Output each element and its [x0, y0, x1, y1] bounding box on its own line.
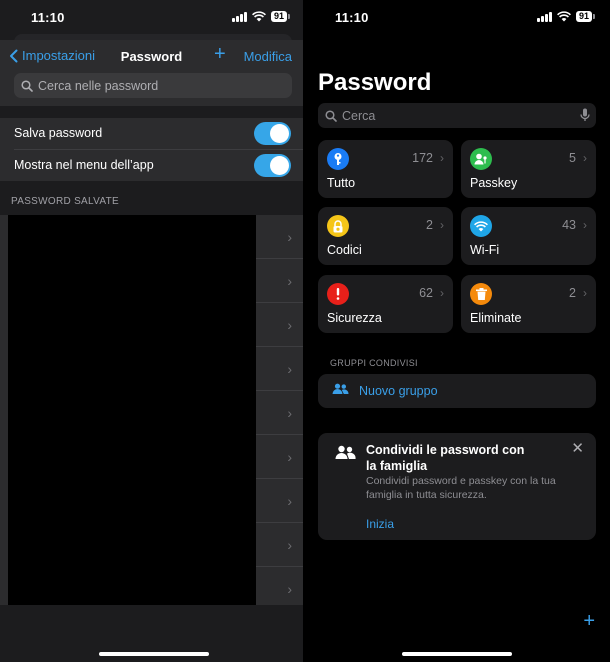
category-count: 2	[569, 286, 576, 300]
category-count: 172	[412, 151, 433, 165]
chevron-right-icon: ›	[287, 317, 292, 333]
password-row[interactable]: ›	[256, 303, 303, 347]
category-label: Wi-Fi	[470, 243, 500, 257]
status-bar: 11:10 91	[0, 0, 303, 36]
battery-icon: 91	[270, 11, 291, 22]
new-group-button[interactable]: Nuovo gruppo	[318, 374, 596, 408]
password-row[interactable]: ›	[256, 479, 303, 523]
chevron-right-icon: ›	[583, 218, 587, 232]
search-icon	[21, 79, 33, 92]
category-label: Sicurezza	[327, 311, 382, 325]
search-area: Cerca nelle password	[0, 66, 303, 106]
chevron-right-icon: ›	[287, 361, 292, 377]
start-button[interactable]: Inizia	[366, 517, 394, 531]
chevron-right-icon: ›	[583, 151, 587, 165]
status-icons: 91	[232, 11, 291, 22]
chevron-right-icon: ›	[287, 581, 292, 597]
status-icons: 91	[537, 11, 596, 22]
chevron-right-icon: ›	[287, 273, 292, 289]
page-title: Password	[318, 69, 432, 96]
category-count: 43	[562, 218, 576, 232]
chevron-right-icon: ›	[287, 229, 292, 245]
cellular-signal-icon	[232, 11, 247, 22]
show-in-app-menu-label: Mostra nel menu dell’app	[14, 158, 154, 172]
options-group: Salva password Mostra nel menu dell’app	[0, 118, 303, 181]
people-icon	[332, 383, 349, 394]
saved-passwords-list: › › › › › › › › ›	[0, 215, 303, 605]
chevron-right-icon: ›	[440, 151, 444, 165]
shared-groups-header: GRUPPI CONDIVISI	[330, 358, 418, 368]
save-passwords-toggle[interactable]	[254, 122, 291, 145]
password-row[interactable]: ›	[256, 347, 303, 391]
home-indicator[interactable]	[402, 652, 512, 656]
passwords-app-screen: 11:10 91 Password Cerca 172 › Tutto 5 › …	[306, 0, 610, 662]
category-all[interactable]: 172 › Tutto	[318, 140, 453, 198]
wifi-status-icon	[557, 11, 571, 22]
password-row[interactable]: ›	[256, 435, 303, 479]
battery-icon: 91	[575, 11, 596, 22]
search-input[interactable]: Cerca	[318, 103, 596, 128]
password-row[interactable]: ›	[256, 215, 303, 259]
show-in-app-menu-toggle[interactable]	[254, 154, 291, 177]
chevron-right-icon: ›	[440, 286, 444, 300]
password-row[interactable]: ›	[256, 523, 303, 567]
save-passwords-label: Salva password	[14, 126, 103, 140]
home-indicator[interactable]	[99, 652, 209, 656]
search-placeholder: Cerca	[342, 108, 376, 123]
chevron-right-icon: ›	[287, 405, 292, 421]
category-deleted[interactable]: 2 › Eliminate	[461, 275, 596, 333]
trash-icon	[470, 283, 492, 305]
category-label: Codici	[327, 243, 362, 257]
password-row[interactable]: ›	[256, 259, 303, 303]
category-label: Eliminate	[470, 311, 522, 325]
family-icon	[335, 445, 356, 459]
exclamation-icon	[327, 283, 349, 305]
chevron-right-icon: ›	[287, 449, 292, 465]
lock-clock-icon	[327, 215, 349, 237]
chevron-right-icon: ›	[440, 218, 444, 232]
add-password-button[interactable]: +	[583, 611, 595, 631]
category-count: 2	[426, 218, 433, 232]
close-icon[interactable]: ✕	[571, 441, 584, 456]
saved-passwords-header: PASSWORD SALVATE	[11, 196, 119, 207]
category-passkey[interactable]: 5 › Passkey	[461, 140, 596, 198]
category-security[interactable]: 62 › Sicurezza	[318, 275, 453, 333]
category-wifi[interactable]: 43 › Wi-Fi	[461, 207, 596, 265]
password-row[interactable]: ›	[256, 391, 303, 435]
settings-passwords-screen: 11:10 91 Impostazioni Password + Modific…	[0, 0, 303, 662]
card-title: Condividi le password con la famiglia	[366, 443, 525, 473]
chevron-right-icon: ›	[583, 286, 587, 300]
category-label: Tutto	[327, 176, 356, 190]
cellular-signal-icon	[537, 11, 552, 22]
category-label: Passkey	[470, 176, 518, 190]
chevron-right-icon: ›	[287, 493, 292, 509]
chevron-right-icon: ›	[287, 537, 292, 553]
microphone-icon[interactable]	[580, 108, 590, 122]
add-password-button[interactable]: +	[214, 44, 226, 64]
category-count: 62	[419, 286, 433, 300]
save-passwords-row: Salva password	[0, 118, 303, 150]
status-time: 11:10	[335, 10, 369, 25]
edit-button[interactable]: Modifica	[244, 49, 292, 64]
status-time: 11:10	[31, 10, 65, 25]
wifi-icon	[470, 215, 492, 237]
share-with-family-card: Condividi le password con la famiglia Co…	[318, 433, 596, 540]
category-count: 5	[569, 151, 576, 165]
category-codes[interactable]: 2 › Codici	[318, 207, 453, 265]
card-description: Condividi password e passkey con la tua …	[366, 475, 556, 501]
person-key-icon	[470, 148, 492, 170]
key-icon	[327, 148, 349, 170]
status-bar: 11:10 91	[306, 0, 610, 36]
new-group-label: Nuovo gruppo	[359, 384, 438, 398]
search-placeholder: Cerca nelle password	[38, 78, 159, 93]
password-row[interactable]: ›	[256, 567, 303, 611]
search-input[interactable]: Cerca nelle password	[14, 73, 292, 98]
redacted-content	[8, 215, 256, 605]
search-icon	[325, 109, 337, 122]
wifi-status-icon	[252, 11, 266, 22]
show-in-app-menu-row: Mostra nel menu dell’app	[0, 150, 303, 181]
